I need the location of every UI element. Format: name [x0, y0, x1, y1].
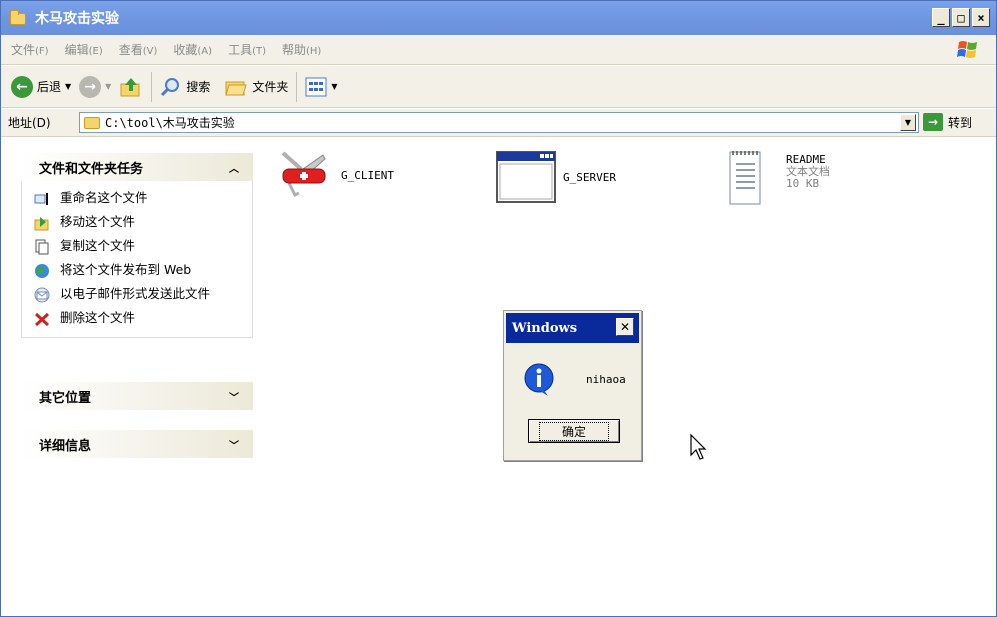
- message-dialog: Windows ✕ nihaoa 确定: [503, 310, 642, 461]
- expand-icon[interactable]: ﹀: [229, 437, 239, 452]
- details-header[interactable]: 详细信息 ﹀: [21, 430, 253, 458]
- menu-bar: 文件(F) 编辑(E) 查看(V) 收藏(A) 工具(T) 帮助(H): [1, 35, 996, 65]
- address-bar: 地址(D) C:\tool\木马攻击实验 ▼ → 转到: [1, 109, 996, 137]
- globe-icon: [35, 264, 49, 278]
- file-item[interactable]: G_SERVER: [496, 151, 616, 203]
- details-panel: 详细信息 ﹀: [21, 430, 253, 458]
- readme-info: README 文本文档 10 KB: [786, 154, 830, 190]
- folders-button[interactable]: 文件夹: [220, 71, 292, 103]
- toolbar-separator: [296, 71, 298, 102]
- address-input[interactable]: C:\tool\木马攻击实验 ▼: [79, 112, 919, 133]
- chevron-down-icon[interactable]: ▼: [331, 82, 337, 91]
- rename-icon: [34, 193, 48, 205]
- menu-file[interactable]: 文件(F): [11, 41, 49, 58]
- dialog-close-button[interactable]: ✕: [616, 318, 634, 336]
- forward-button[interactable]: → ▼: [75, 71, 115, 103]
- dialog-message: nihaoa: [586, 373, 626, 386]
- go-arrow-icon: →: [923, 113, 943, 131]
- file-size: 10 KB: [786, 177, 820, 190]
- file-item[interactable]: G_CLIENT: [279, 149, 394, 201]
- back-arrow-icon: ←: [11, 75, 33, 98]
- toolbar-separator: [151, 71, 153, 102]
- search-icon: [161, 77, 180, 96]
- ok-button[interactable]: 确定: [528, 419, 620, 443]
- go-button[interactable]: → 转到: [923, 113, 972, 131]
- close-button[interactable]: ×: [972, 8, 990, 27]
- chevron-down-icon[interactable]: ▼: [105, 82, 111, 91]
- toolbar: ← 后退 ▼ → ▼ 搜索 文件夹 ▼: [1, 66, 996, 108]
- folder-icon: [84, 116, 100, 129]
- search-button[interactable]: 搜索: [156, 71, 214, 103]
- task-delete[interactable]: 删除这个文件: [34, 311, 252, 327]
- views-button[interactable]: ▼: [301, 71, 341, 103]
- other-places-header[interactable]: 其它位置 ﹀: [21, 382, 253, 410]
- delete-icon: [34, 312, 50, 327]
- file-name: G_CLIENT: [341, 168, 394, 182]
- address-path: C:\tool\木马攻击实验: [105, 116, 235, 130]
- task-copy[interactable]: 复制这个文件: [34, 239, 252, 255]
- copy-icon: [35, 239, 49, 255]
- menu-view[interactable]: 查看(V): [119, 41, 158, 58]
- info-icon: [524, 363, 554, 396]
- task-publish-web[interactable]: 将这个文件发布到 Web: [34, 263, 252, 279]
- dialog-title: Windows: [512, 320, 578, 336]
- menu-tools[interactable]: 工具(T): [228, 41, 266, 58]
- back-button[interactable]: ← 后退 ▼: [7, 71, 75, 103]
- explorer-window: 木马攻击实验 _ □ × 文件(F) 编辑(E) 查看(V) 收藏(A) 工具(…: [0, 0, 997, 617]
- menu-edit[interactable]: 编辑(E): [65, 41, 103, 58]
- maximize-button[interactable]: □: [952, 8, 970, 27]
- application-window-icon: [496, 151, 556, 203]
- move-icon: [34, 217, 49, 231]
- chevron-down-icon[interactable]: ▼: [65, 82, 71, 91]
- views-icon: [305, 77, 327, 96]
- folder-icon: [10, 10, 26, 25]
- task-pane: 文件和文件夹任务 ︿ 重命名这个文件 移动这个文件 复制这个文件 将这个文件发布…: [2, 138, 266, 616]
- menu-help[interactable]: 帮助(H): [282, 41, 321, 58]
- mouse-cursor-icon: [690, 433, 707, 460]
- menu-favorites[interactable]: 收藏(A): [173, 41, 212, 58]
- task-rename[interactable]: 重命名这个文件: [34, 191, 252, 207]
- other-places-panel: 其它位置 ﹀: [21, 382, 253, 410]
- file-item[interactable]: README 文本文档 10 KB: [728, 148, 830, 206]
- minimize-button[interactable]: _: [932, 8, 950, 27]
- swiss-knife-icon: [281, 151, 326, 198]
- task-email[interactable]: 以电子邮件形式发送此文件: [34, 287, 252, 303]
- file-name: G_SERVER: [563, 170, 616, 184]
- title-bar[interactable]: 木马攻击实验 _ □ ×: [1, 1, 996, 35]
- collapse-icon[interactable]: ︿: [229, 160, 239, 175]
- window-title: 木马攻击实验: [35, 11, 119, 27]
- up-folder-button[interactable]: [115, 71, 147, 103]
- address-dropdown-button[interactable]: ▼: [900, 114, 916, 131]
- address-label: 地址(D): [8, 116, 51, 130]
- file-tasks-list: 重命名这个文件 移动这个文件 复制这个文件 将这个文件发布到 Web 以电子邮件…: [21, 181, 253, 338]
- email-icon: [34, 287, 50, 303]
- expand-icon[interactable]: ﹀: [229, 389, 239, 404]
- forward-arrow-icon: →: [79, 75, 102, 98]
- file-tasks-panel: 文件和文件夹任务 ︿ 重命名这个文件 移动这个文件 复制这个文件 将这个文件发布…: [21, 153, 253, 338]
- task-move[interactable]: 移动这个文件: [34, 215, 252, 231]
- windows-logo-icon: [957, 41, 977, 58]
- text-document-icon: [729, 151, 761, 205]
- file-tasks-header[interactable]: 文件和文件夹任务 ︿: [21, 153, 253, 181]
- folders-icon: [225, 81, 248, 95]
- up-folder-icon: [120, 77, 140, 96]
